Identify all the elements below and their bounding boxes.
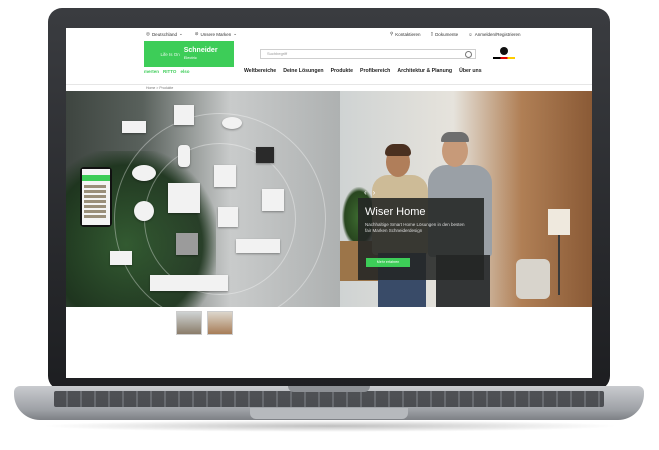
german-flag-stripe — [493, 57, 515, 59]
breadcrumb[interactable]: Home > Produkte — [146, 86, 173, 90]
sub-brand-merten[interactable]: merten — [144, 69, 159, 74]
device-gateway — [110, 251, 132, 265]
schneider-logo[interactable]: Life Is On Schneider Electric — [144, 41, 234, 67]
hero-title: Wiser Home — [365, 206, 426, 218]
smartphone-app — [80, 167, 112, 227]
hero-cta-button[interactable]: Mehr erfahren — [366, 258, 410, 267]
laptop-shadow — [40, 420, 620, 432]
device-double-switch — [218, 207, 238, 227]
nav-item-produkte[interactable]: Produkte — [331, 68, 353, 74]
contact-link[interactable]: ⚲ Kontaktieren — [390, 31, 421, 37]
nav-item-weltbereiche[interactable]: Weltbereiche — [244, 68, 276, 74]
device-socket — [262, 189, 284, 211]
brands-menu[interactable]: ⊘ Unsere Marken ⌄ — [195, 31, 237, 37]
device-switch — [174, 105, 194, 125]
documents-label: Dokumente — [435, 31, 459, 37]
country-label: Deutschland — [151, 31, 177, 37]
laptop-trackpad — [250, 408, 408, 419]
award-seal-icon — [500, 47, 508, 55]
award-badge — [484, 42, 524, 64]
sub-brand-elso[interactable]: elso — [180, 69, 189, 74]
search-icon[interactable] — [465, 51, 472, 58]
floor-lamp-shade — [548, 209, 570, 235]
globe-icon: ◎ — [146, 31, 150, 36]
login-label: Anmelden/Registrieren — [474, 31, 521, 37]
device-hub — [122, 121, 146, 133]
main-navigation: Weltbereiche Deine Lösungen Produkte Pro… — [244, 68, 482, 74]
hero-devices-image — [66, 91, 340, 325]
device-thermostat-valve — [178, 145, 190, 167]
link-icon: ⊘ — [194, 31, 199, 36]
brands-label: Unsere Marken — [200, 31, 232, 37]
carousel-thumbnail-2[interactable] — [207, 311, 233, 335]
document-icon: ▯ — [430, 31, 434, 36]
carousel-controls: ‹ › — [364, 188, 375, 197]
armchair — [516, 259, 550, 299]
nav-item-loesungen[interactable]: Deine Lösungen — [283, 68, 323, 74]
laptop-hinge-notch — [288, 386, 370, 392]
chevron-down-icon: ⌄ — [178, 31, 183, 36]
logo-brand-sub: Electric — [183, 55, 197, 60]
chevron-down-icon: ⌄ — [233, 31, 238, 36]
device-dark-panel — [256, 147, 274, 163]
location-pin-icon: ⚲ — [390, 31, 394, 36]
user-icon: ☺ — [468, 31, 473, 37]
device-grey-switch — [176, 233, 198, 255]
search-input[interactable]: Suchbegriff — [260, 49, 476, 59]
logo-brand: Schneider Electric — [184, 47, 218, 61]
hero-banner — [66, 91, 592, 325]
device-smoke-detector — [132, 165, 156, 181]
logo-tagline: Life Is On — [160, 51, 180, 57]
utility-bar: ◎ Deutschland ⌄ ⊘ Unsere Marken ⌄ ⚲ Kont… — [66, 28, 592, 39]
hero-text: Nachhaltige Smart Home Lösungen in den b… — [365, 222, 465, 233]
logo-brand-name: Schneider — [183, 47, 218, 54]
device-sensor — [222, 117, 242, 129]
contact-label: Kontaktieren — [395, 31, 421, 37]
nav-item-ueber-uns[interactable]: Über uns — [459, 68, 481, 74]
nav-item-profibereich[interactable]: Profibereich — [360, 68, 390, 74]
laptop-screen: ◎ Deutschland ⌄ ⊘ Unsere Marken ⌄ ⚲ Kont… — [66, 28, 592, 378]
documents-link[interactable]: ▯ Dokumente — [431, 31, 459, 37]
device-dimmer-strip — [236, 239, 280, 253]
search-placeholder: Suchbegriff — [267, 51, 288, 56]
header-divider — [66, 84, 592, 85]
device-display — [214, 165, 236, 187]
country-selector[interactable]: ◎ Deutschland ⌄ — [146, 31, 183, 37]
login-link[interactable]: ☺ Anmelden/Registrieren — [468, 31, 520, 37]
hero-teaser-card: ‹ › Wiser Home Nachhaltige Smart Home Lö… — [358, 188, 484, 280]
floor-lamp-pole — [558, 235, 560, 295]
person-right-hair — [441, 132, 469, 142]
carousel-thumbnails — [176, 311, 233, 335]
nav-item-architektur[interactable]: Architektur & Planung — [397, 68, 452, 74]
chevron-left-icon[interactable]: ‹ — [364, 188, 367, 197]
chevron-right-icon[interactable]: › — [373, 188, 376, 197]
device-large-switch — [168, 183, 200, 213]
laptop-keyboard — [54, 391, 604, 407]
device-controller — [150, 275, 228, 291]
device-plug — [134, 201, 154, 221]
carousel-thumbnail-1[interactable] — [176, 311, 202, 335]
person-left-hair — [385, 144, 411, 156]
sub-brand-logos: merten RITTO elso — [144, 69, 189, 74]
sub-brand-ritto[interactable]: RITTO — [163, 69, 176, 74]
